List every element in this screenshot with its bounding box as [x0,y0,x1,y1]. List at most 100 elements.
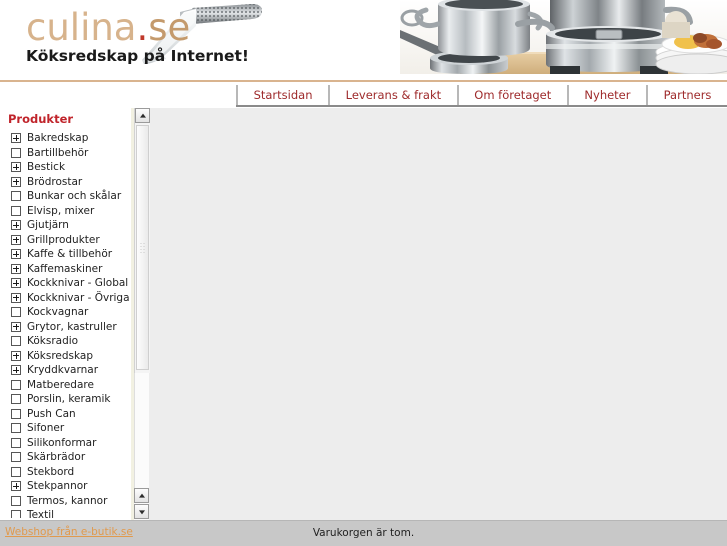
expand-plus-icon[interactable] [11,278,21,289]
category-item-label: Köksradio [27,335,79,348]
category-item[interactable]: Bestick [0,160,131,175]
nav-item-partners[interactable]: Partners [648,85,727,105]
category-item[interactable]: Bartillbehör [0,146,131,161]
main-navigation: Startsidan Leverans & frakt Om företaget… [236,85,727,107]
expand-plus-icon[interactable] [11,162,21,173]
page-scrollbar[interactable] [134,373,149,520]
category-checkbox-icon[interactable] [11,379,21,390]
category-item-label: Gjutjärn [27,219,69,232]
category-item[interactable]: Termos, kannor [0,494,131,509]
expand-plus-icon[interactable] [11,234,21,245]
category-item[interactable]: Stekbord [0,465,131,480]
category-item-label: Grytor, kastruller [27,320,117,333]
category-item-label: Kockknivar - Övriga [27,291,130,304]
category-item-label: Kaffemaskiner [27,262,103,275]
category-item[interactable]: Grytor, kastruller [0,320,131,335]
category-item[interactable]: Push Can [0,407,131,422]
expand-plus-icon[interactable] [11,350,21,361]
sidebar-heading: Produkter [8,112,74,126]
scroll-down-arrow-icon [138,509,145,514]
category-item-label: Bakredskap [27,132,89,145]
expand-plus-icon[interactable] [11,176,21,187]
category-item-label: Stekpannor [27,480,88,493]
category-item[interactable]: Grillprodukter [0,233,131,248]
category-tree: Bakredskap Bartillbehör Bestick Brödrostar B… [0,131,131,518]
category-item-label: Matberedare [27,378,94,391]
category-checkbox-icon[interactable] [11,423,21,434]
category-item[interactable]: Kockknivar - Global [0,276,131,291]
logo-tagline: Köksredskap på Internet! [26,47,250,65]
logo-wordmark: culina.se [26,8,246,48]
expand-plus-icon[interactable] [11,220,21,231]
site-header: culina.se Köksredskap på Internet! [0,0,727,80]
nav-item-leverans-frakt[interactable]: Leverans & frakt [330,85,459,105]
page-scroll-up-button[interactable] [134,488,149,503]
category-item-label: Brödrostar [27,175,83,188]
category-item[interactable]: Kockvagnar [0,305,131,320]
category-checkbox-icon[interactable] [11,147,21,158]
category-checkbox-icon[interactable] [11,307,21,318]
category-item[interactable]: Stekpannor [0,479,131,494]
category-checkbox-icon[interactable] [11,495,21,506]
category-item-label: Stekbord [27,465,75,478]
category-checkbox-icon[interactable] [11,336,21,347]
category-item[interactable]: Skärbrädor [0,450,131,465]
category-item[interactable]: Bunkar och skålar [0,189,131,204]
category-checkbox-icon[interactable] [11,510,21,518]
expand-plus-icon[interactable] [11,481,21,492]
page-root: culina.se Köksredskap på Internet! Start… [0,0,727,546]
category-item[interactable]: Bakredskap [0,131,131,146]
category-item-label: Textil [27,509,55,518]
category-item[interactable]: Köksredskap [0,349,131,364]
category-item-label: Kaffe & tillbehör [27,248,113,261]
nav-item-nyheter[interactable]: Nyheter [568,85,649,105]
logo-dot: . [136,6,149,49]
scrollbar-thumb[interactable] [136,125,149,370]
category-item[interactable]: Köksradio [0,334,131,349]
sidebar-frame-scrollbar[interactable] [134,108,150,373]
expand-plus-icon[interactable] [11,365,21,376]
nav-item-om-foretaget[interactable]: Om företaget [458,85,569,105]
page-scrollbar-track[interactable] [134,373,149,488]
category-checkbox-icon[interactable] [11,394,21,405]
category-item-label: Elvisp, mixer [27,204,95,217]
category-item[interactable]: Kaffe & tillbehör [0,247,131,262]
category-item-label: Silikonformar [27,436,97,449]
category-checkbox-icon[interactable] [11,466,21,477]
category-checkbox-icon[interactable] [11,437,21,448]
scrollbar-grip-icon [139,241,146,254]
header-divider-rule [0,80,727,82]
nav-item-startsidan[interactable]: Startsidan [236,85,331,105]
category-checkbox-icon[interactable] [11,205,21,216]
category-item-label: Bunkar och skålar [27,190,122,203]
scroll-up-arrow-icon [139,113,146,118]
category-item[interactable]: Gjutjärn [0,218,131,233]
category-item-label: Kockknivar - Global [27,277,129,290]
expand-plus-icon[interactable] [11,292,21,303]
category-item[interactable]: Sifoner [0,421,131,436]
category-item[interactable]: Matberedare [0,378,131,393]
category-item[interactable]: Kaffemaskiner [0,262,131,277]
category-item-label: Bartillbehör [27,146,89,159]
scroll-up-button[interactable] [135,108,150,123]
cookware-banner-image [400,0,727,74]
category-item[interactable]: Textil [0,508,131,518]
category-item[interactable]: Kryddkvarnar [0,363,131,378]
category-checkbox-icon[interactable] [11,191,21,202]
category-checkbox-icon[interactable] [11,408,21,419]
category-item[interactable]: Elvisp, mixer [0,204,131,219]
expand-plus-icon[interactable] [11,263,21,274]
logo-text-culina: culina [26,6,137,49]
product-category-sidebar: Produkter Bakredskap Bartillbehör Bestick B… [0,108,131,518]
page-scroll-down-button[interactable] [134,504,149,519]
expand-plus-icon[interactable] [11,249,21,260]
category-checkbox-icon[interactable] [11,452,21,463]
category-item[interactable]: Silikonformar [0,436,131,451]
expand-plus-icon[interactable] [11,321,21,332]
category-item[interactable]: Kockknivar - Övriga [0,291,131,306]
expand-plus-icon[interactable] [11,133,21,144]
category-item[interactable]: Porslin, keramik [0,392,131,407]
category-item-label: Push Can [27,407,76,420]
category-item[interactable]: Brödrostar [0,175,131,190]
site-logo[interactable]: culina.se Köksredskap på Internet! [26,8,250,70]
